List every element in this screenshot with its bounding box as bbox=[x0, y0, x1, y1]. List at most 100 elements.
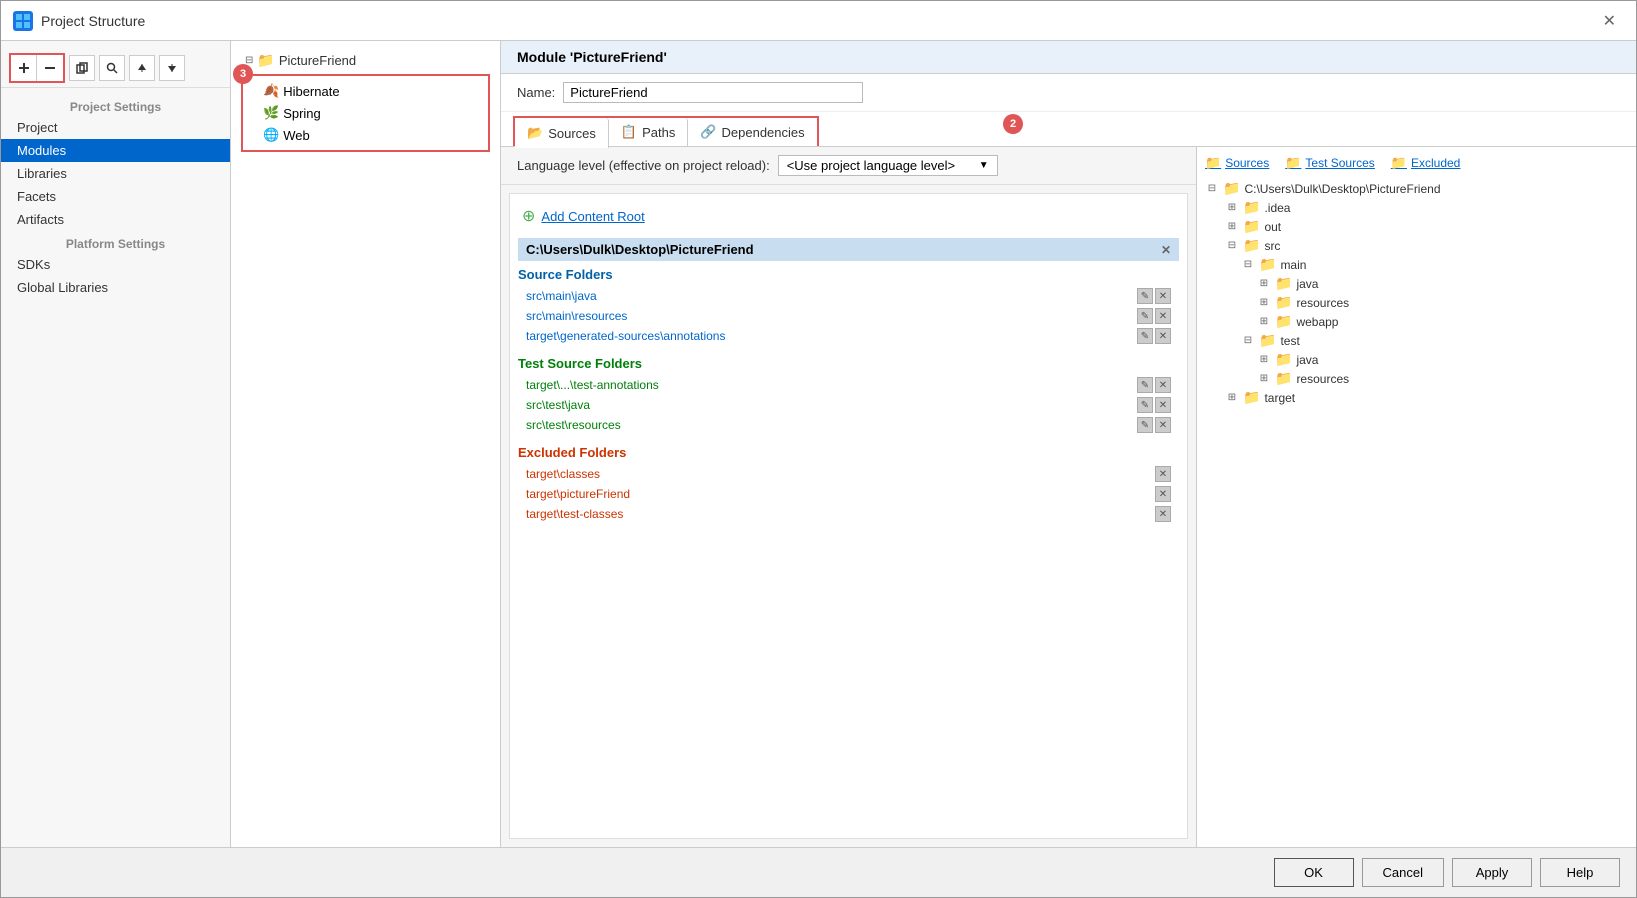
ft-target-folder[interactable]: ⊞ 📁 target bbox=[1205, 388, 1628, 407]
test-folder-2-remove[interactable]: ✕ bbox=[1155, 397, 1171, 413]
source-folders-section: Source Folders src\main\java ✎ ✕ src\mai… bbox=[518, 267, 1179, 346]
file-tree-panel: 📁 Sources 📁 Test Sources 📁 Excluded bbox=[1196, 147, 1636, 847]
ft-main-folder[interactable]: ⊟ 📁 main bbox=[1205, 255, 1628, 274]
help-button[interactable]: Help bbox=[1540, 858, 1620, 887]
test-folder-2-icons: ✎ ✕ bbox=[1137, 397, 1171, 413]
dependencies-tab-icon: 🔗 bbox=[700, 124, 716, 140]
test-sources-folder-icon: 📁 bbox=[1285, 155, 1301, 171]
lang-level-label: Language level (effective on project rel… bbox=[517, 158, 770, 173]
ft-out-toggle: ⊞ bbox=[1225, 221, 1239, 232]
tree-item-web[interactable]: 🌐 Web bbox=[247, 124, 484, 146]
excluded-folder-3-icons: ✕ bbox=[1155, 506, 1171, 522]
tab-paths[interactable]: 📋 Paths bbox=[609, 118, 688, 146]
content-root-close-button[interactable]: ✕ bbox=[1161, 243, 1171, 257]
module-tree-panel: ⊟ 📁 PictureFriend 3 🍂 Hibernate 🌿 bbox=[231, 41, 501, 847]
ft-src-toggle: ⊟ bbox=[1225, 240, 1239, 251]
ft-test-resources-folder[interactable]: ⊞ 📁 resources bbox=[1205, 369, 1628, 388]
tree-root-module[interactable]: ⊟ 📁 PictureFriend bbox=[237, 49, 494, 72]
add-remove-group bbox=[9, 53, 65, 83]
ft-java-folder-icon: 📁 bbox=[1275, 275, 1292, 292]
ft-webapp-folder[interactable]: ⊞ 📁 webapp bbox=[1205, 312, 1628, 331]
app-icon bbox=[13, 11, 33, 31]
test-folder-3-edit[interactable]: ✎ bbox=[1137, 417, 1153, 433]
excluded-folders-title: Excluded Folders bbox=[518, 445, 1179, 460]
paths-tab-icon: 📋 bbox=[621, 124, 637, 140]
search-button[interactable] bbox=[99, 55, 125, 81]
ft-java-folder[interactable]: ⊞ 📁 java bbox=[1205, 274, 1628, 293]
ft-resources-toggle: ⊞ bbox=[1257, 297, 1271, 308]
ft-src-folder[interactable]: ⊟ 📁 src bbox=[1205, 236, 1628, 255]
web-icon: 🌐 bbox=[263, 127, 279, 143]
source-folder-3: target\generated-sources\annotations ✎ ✕ bbox=[518, 326, 1179, 346]
ft-idea-folder[interactable]: ⊞ 📁 .idea bbox=[1205, 198, 1628, 217]
sidebar-item-modules[interactable]: Modules bbox=[1, 139, 230, 162]
sidebar-item-global-libraries[interactable]: Global Libraries bbox=[1, 276, 230, 299]
test-folder-3-icons: ✎ ✕ bbox=[1137, 417, 1171, 433]
tabs-container: 2 📂 Sources 📋 Paths 🔗 Depend bbox=[501, 112, 1636, 147]
excluded-folder-3-remove[interactable]: ✕ bbox=[1155, 506, 1171, 522]
ok-button[interactable]: OK bbox=[1274, 858, 1354, 887]
excluded-folder-1-remove[interactable]: ✕ bbox=[1155, 466, 1171, 482]
ft-webapp-toggle: ⊞ bbox=[1257, 316, 1271, 327]
legend-sources[interactable]: 📁 Sources bbox=[1205, 155, 1269, 171]
test-folder-2: src\test\java ✎ ✕ bbox=[518, 395, 1179, 415]
file-tree: ⊟ 📁 C:\Users\Dulk\Desktop\PictureFriend … bbox=[1205, 179, 1628, 407]
test-folder-3-remove[interactable]: ✕ bbox=[1155, 417, 1171, 433]
test-folder-1: target\...\test-annotations ✎ ✕ bbox=[518, 375, 1179, 395]
cancel-button[interactable]: Cancel bbox=[1362, 858, 1444, 887]
sidebar-item-facets[interactable]: Facets bbox=[1, 185, 230, 208]
apply-button[interactable]: Apply bbox=[1452, 858, 1532, 887]
excluded-folder-1: target\classes ✕ bbox=[518, 464, 1179, 484]
add-content-root-button[interactable]: ⊕ Add Content Root bbox=[518, 202, 1179, 230]
ft-root[interactable]: ⊟ 📁 C:\Users\Dulk\Desktop\PictureFriend bbox=[1205, 179, 1628, 198]
move-up-button[interactable] bbox=[129, 55, 155, 81]
bottom-bar: OK Cancel Apply Help bbox=[1, 847, 1636, 897]
source-folder-1-remove[interactable]: ✕ bbox=[1155, 288, 1171, 304]
main-content: Project Settings Project Modules Librari… bbox=[1, 41, 1636, 847]
source-folder-2: src\main\resources ✎ ✕ bbox=[518, 306, 1179, 326]
excluded-folder-2-remove[interactable]: ✕ bbox=[1155, 486, 1171, 502]
tab-sources[interactable]: 📂 Sources bbox=[515, 118, 609, 148]
main-panel: Module 'PictureFriend' Name: 2 📂 Sources bbox=[501, 41, 1636, 847]
spring-icon: 🌿 bbox=[263, 105, 279, 121]
ft-test-folder[interactable]: ⊟ 📁 test bbox=[1205, 331, 1628, 350]
test-folder-1-edit[interactable]: ✎ bbox=[1137, 377, 1153, 393]
project-settings-header: Project Settings bbox=[1, 94, 230, 116]
source-folder-3-remove[interactable]: ✕ bbox=[1155, 328, 1171, 344]
legend-test-sources[interactable]: 📁 Test Sources bbox=[1285, 155, 1375, 171]
ft-root-toggle: ⊟ bbox=[1205, 183, 1219, 194]
source-folder-2-edit[interactable]: ✎ bbox=[1137, 308, 1153, 324]
ft-resources-folder-icon: 📁 bbox=[1275, 294, 1292, 311]
module-name-input[interactable] bbox=[563, 82, 863, 103]
name-label: Name: bbox=[517, 85, 555, 100]
badge-2: 2 bbox=[1003, 114, 1023, 134]
tree-item-spring[interactable]: 🌿 Spring bbox=[247, 102, 484, 124]
source-folder-3-edit[interactable]: ✎ bbox=[1137, 328, 1153, 344]
copy-button[interactable] bbox=[69, 55, 95, 81]
badge-3: 3 bbox=[233, 64, 253, 84]
test-folder-2-edit[interactable]: ✎ bbox=[1137, 397, 1153, 413]
ft-out-folder[interactable]: ⊞ 📁 out bbox=[1205, 217, 1628, 236]
remove-module-button[interactable] bbox=[37, 55, 63, 81]
add-module-button[interactable] bbox=[11, 55, 37, 81]
ft-test-java-folder[interactable]: ⊞ 📁 java bbox=[1205, 350, 1628, 369]
title-bar: Project Structure ✕ bbox=[1, 1, 1636, 41]
sidebar-item-libraries[interactable]: Libraries bbox=[1, 162, 230, 185]
lang-level-select[interactable]: <Use project language level> ▼ bbox=[778, 155, 998, 176]
legend-excluded[interactable]: 📁 Excluded bbox=[1391, 155, 1461, 171]
sidebar: Project Settings Project Modules Librari… bbox=[1, 41, 231, 847]
tab-dependencies[interactable]: 🔗 Dependencies bbox=[688, 118, 816, 146]
sidebar-item-artifacts[interactable]: Artifacts bbox=[1, 208, 230, 231]
sidebar-item-sdks[interactable]: SDKs bbox=[1, 253, 230, 276]
close-button[interactable]: ✕ bbox=[1595, 7, 1624, 35]
source-folder-2-remove[interactable]: ✕ bbox=[1155, 308, 1171, 324]
source-folder-1-edit[interactable]: ✎ bbox=[1137, 288, 1153, 304]
ft-resources-folder[interactable]: ⊞ 📁 resources bbox=[1205, 293, 1628, 312]
tree-item-hibernate[interactable]: 🍂 Hibernate bbox=[247, 80, 484, 102]
ft-src-folder-icon: 📁 bbox=[1243, 237, 1260, 254]
sources-panel: Language level (effective on project rel… bbox=[501, 147, 1196, 847]
content-root-path: C:\Users\Dulk\Desktop\PictureFriend ✕ bbox=[518, 238, 1179, 261]
test-folder-1-remove[interactable]: ✕ bbox=[1155, 377, 1171, 393]
move-down-button[interactable] bbox=[159, 55, 185, 81]
sidebar-item-project[interactable]: Project bbox=[1, 116, 230, 139]
